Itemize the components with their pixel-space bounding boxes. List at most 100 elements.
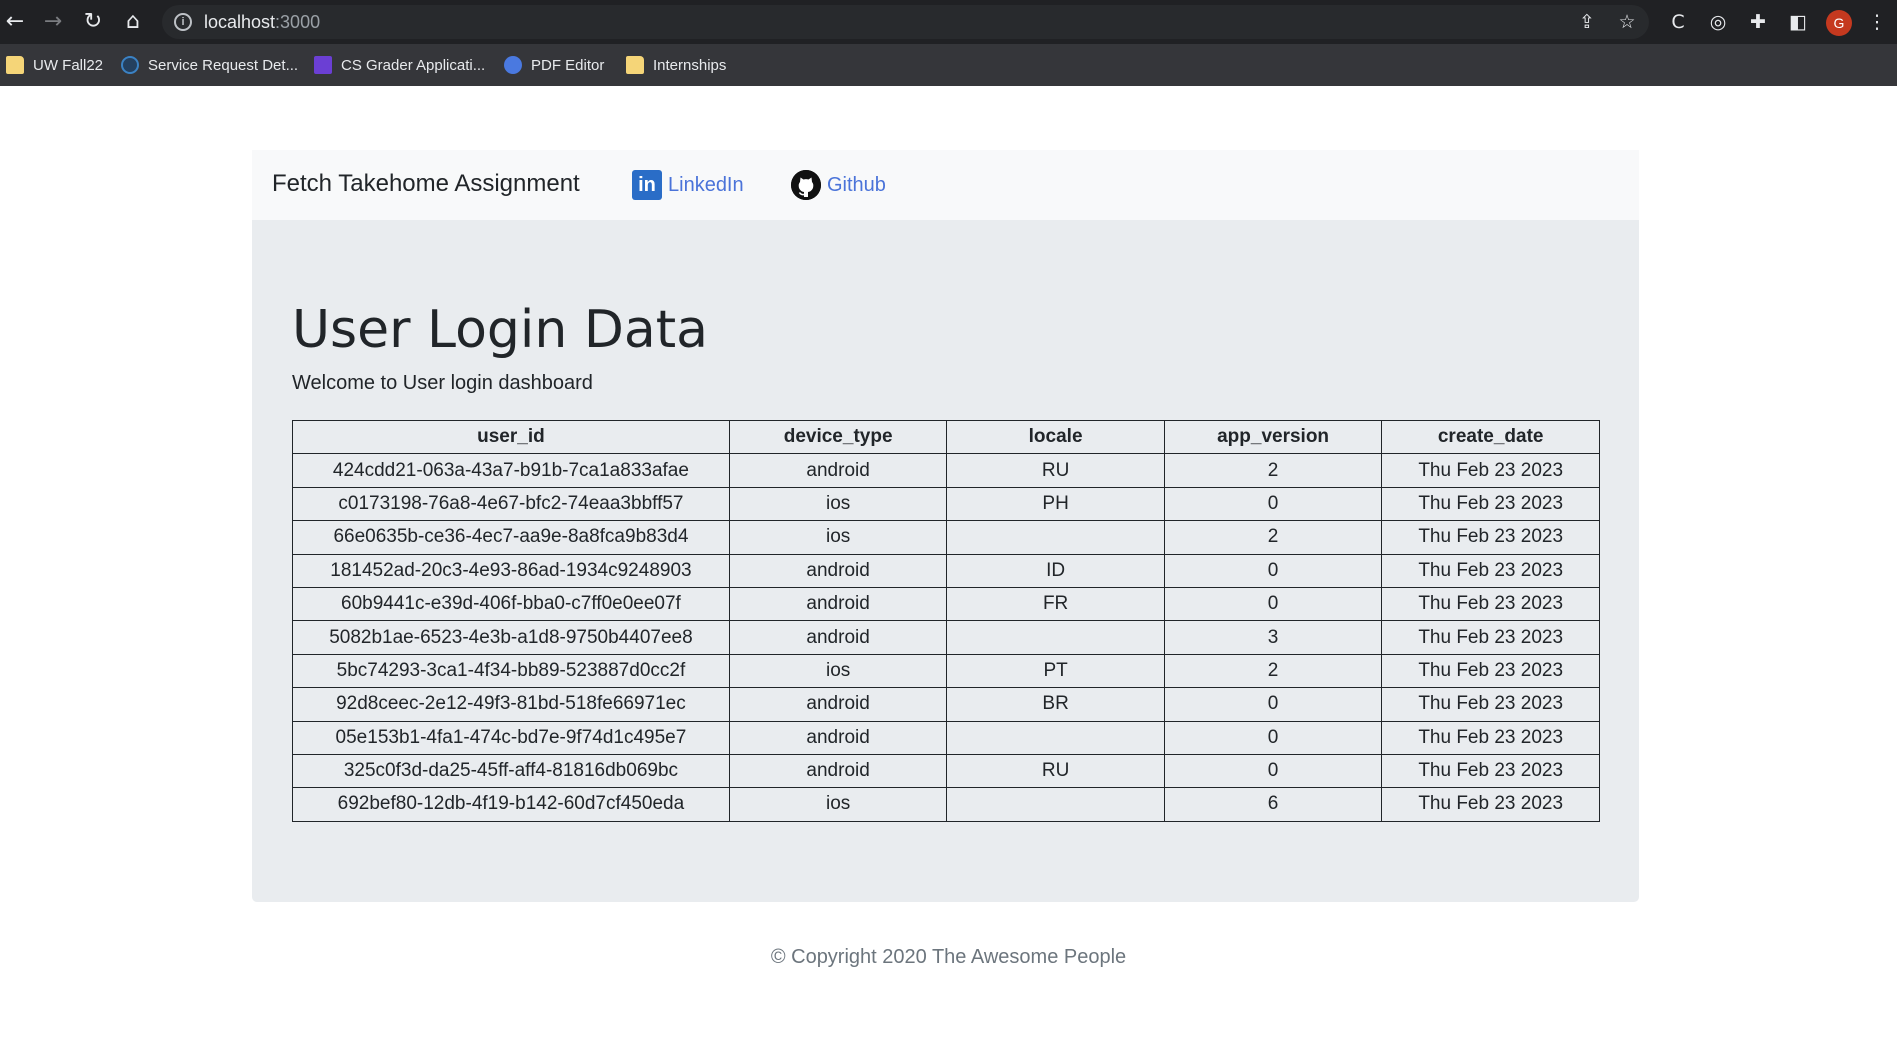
linkedin-link[interactable]: in LinkedIn — [632, 170, 744, 200]
user-login-table: user_id device_type locale app_version c… — [292, 419, 1600, 822]
table-cell: Thu Feb 23 2023 — [1381, 520, 1600, 555]
table-row: c0173198-76a8-4e67-bfc2-74eaa3bbff57 ios P… — [292, 486, 1600, 522]
table-row: 5082b1ae-6523-4e3b-a1d8-9750b4407ee8 andr… — [292, 620, 1600, 655]
table-cell: ios — [728, 520, 948, 555]
table-row: 424cdd21-063a-43a7-b91b-7ca1a833afae andr… — [292, 453, 1600, 488]
table-cell: PT — [946, 653, 1165, 689]
table-cell: BR — [946, 687, 1165, 722]
back-icon[interactable]: ← — [2, 9, 28, 35]
address-bar[interactable]: i localhost:3000 ⇪ ☆ — [162, 5, 1649, 39]
github-link[interactable]: Github — [791, 170, 886, 200]
table-cell: 0 — [1163, 753, 1383, 789]
table-cell: 0 — [1163, 486, 1383, 522]
table-cell: Thu Feb 23 2023 — [1381, 753, 1600, 789]
table-row: 325c0f3d-da25-45ff-aff4-81816db069bc andr… — [292, 753, 1600, 789]
table-cell: android — [728, 620, 948, 655]
table-cell: 3 — [1163, 620, 1383, 655]
table-cell — [946, 787, 1165, 822]
table-cell: RU — [946, 453, 1165, 488]
extension-target-icon[interactable]: ◎ — [1705, 9, 1731, 35]
table-cell: ios — [728, 653, 948, 689]
folder-icon — [626, 56, 644, 74]
extension-c-icon[interactable]: C — [1665, 9, 1691, 35]
table-cell: 0 — [1163, 586, 1383, 622]
table-cell: ID — [946, 553, 1165, 588]
table-cell: Thu Feb 23 2023 — [1381, 620, 1600, 655]
bookmarks-bar: UW Fall22 Service Request Det... CS Grad… — [0, 44, 1897, 86]
table-cell: 2 — [1163, 653, 1383, 689]
linkedin-icon: in — [632, 170, 662, 200]
table-cell: ios — [728, 787, 948, 822]
folder-icon — [6, 56, 24, 74]
profile-avatar[interactable]: G — [1826, 10, 1852, 36]
bookmark-service-request[interactable]: Service Request Det... — [121, 54, 298, 76]
page-viewport: Fetch Takehome Assignment in LinkedIn Gi… — [0, 86, 1897, 1041]
page-title: User Login Data — [292, 300, 709, 360]
table-cell: 325c0f3d-da25-45ff-aff4-81816db069bc — [292, 753, 730, 789]
table-cell — [946, 620, 1165, 655]
column-header: create_date — [1381, 419, 1600, 455]
browser-toolbar: ← → ↻ ⌂ i localhost:3000 ⇪ ☆ C ◎ ✚ ◧ G ⋮ — [0, 0, 1897, 44]
forward-icon[interactable]: → — [40, 9, 66, 35]
table-cell: FR — [946, 586, 1165, 622]
table-header-row: user_id device_type locale app_version c… — [292, 419, 1600, 455]
kebab-menu-icon[interactable]: ⋮ — [1864, 9, 1890, 35]
table-row: 66e0635b-ce36-4ec7-aa9e-8a8fca9b83d4 ios 2… — [292, 520, 1600, 555]
bookmark-cs-grader[interactable]: CS Grader Applicati... — [314, 54, 485, 76]
bookmark-star-icon[interactable]: ☆ — [1615, 10, 1639, 34]
table-row: 692bef80-12db-4f19-b142-60d7cf450eda ios 6… — [292, 787, 1600, 822]
column-header: app_version — [1163, 419, 1383, 455]
footer-copyright: © Copyright 2020 The Awesome People — [770, 946, 1127, 968]
site-navbar: Fetch Takehome Assignment in LinkedIn Gi… — [252, 150, 1639, 220]
table-cell: android — [728, 553, 948, 588]
table-cell: 60b9441c-e39d-406f-bba0-c7ff0e0ee07f — [292, 586, 730, 622]
pdf-editor-icon — [504, 56, 522, 74]
forms-icon — [314, 56, 332, 74]
table-cell: android — [728, 720, 948, 755]
table-cell: 0 — [1163, 720, 1383, 755]
table-cell — [946, 520, 1165, 555]
reload-icon[interactable]: ↻ — [80, 9, 106, 35]
column-header: user_id — [292, 419, 730, 455]
table-cell: Thu Feb 23 2023 — [1381, 653, 1600, 689]
bookmark-internships[interactable]: Internships — [626, 54, 726, 76]
table-cell: Thu Feb 23 2023 — [1381, 453, 1600, 488]
table-cell: 66e0635b-ce36-4ec7-aa9e-8a8fca9b83d4 — [292, 520, 730, 555]
table-cell: 424cdd21-063a-43a7-b91b-7ca1a833afae — [292, 453, 730, 488]
dell-icon — [121, 56, 139, 74]
table-cell: Thu Feb 23 2023 — [1381, 720, 1600, 755]
table-row: 5bc74293-3ca1-4f34-bb89-523887d0cc2f ios P… — [292, 653, 1600, 689]
table-cell: 05e153b1-4fa1-474c-bd7e-9f74d1c495e7 — [292, 720, 730, 755]
table-row: 05e153b1-4fa1-474c-bd7e-9f74d1c495e7 andr… — [292, 720, 1600, 755]
bookmark-uw-fall22[interactable]: UW Fall22 — [6, 54, 103, 76]
table-body: 424cdd21-063a-43a7-b91b-7ca1a833afae andr… — [292, 453, 1600, 822]
column-header: locale — [946, 419, 1165, 455]
share-icon[interactable]: ⇪ — [1575, 10, 1599, 34]
table-cell: 5082b1ae-6523-4e3b-a1d8-9750b4407ee8 — [292, 620, 730, 655]
table-cell: android — [728, 586, 948, 622]
dashboard-jumbotron: User Login Data Welcome to User login da… — [252, 220, 1639, 902]
table-cell: 692bef80-12db-4f19-b142-60d7cf450eda — [292, 787, 730, 822]
table-cell: Thu Feb 23 2023 — [1381, 586, 1600, 622]
table-cell: c0173198-76a8-4e67-bfc2-74eaa3bbff57 — [292, 486, 730, 522]
url-text[interactable]: localhost:3000 — [204, 12, 320, 33]
extensions-puzzle-icon[interactable]: ✚ — [1745, 9, 1771, 35]
table-cell: RU — [946, 753, 1165, 789]
navbar-brand[interactable]: Fetch Takehome Assignment — [272, 170, 580, 198]
bookmark-pdf-editor[interactable]: PDF Editor — [504, 54, 604, 76]
table-cell: android — [728, 753, 948, 789]
side-panel-icon[interactable]: ◧ — [1785, 9, 1811, 35]
table-cell: 181452ad-20c3-4e93-86ad-1934c9248903 — [292, 553, 730, 588]
table-cell: 5bc74293-3ca1-4f34-bb89-523887d0cc2f — [292, 653, 730, 689]
github-icon — [791, 170, 821, 200]
table-cell: Thu Feb 23 2023 — [1381, 687, 1600, 722]
table-cell: Thu Feb 23 2023 — [1381, 553, 1600, 588]
table-cell: 2 — [1163, 520, 1383, 555]
table-cell: 92d8ceec-2e12-49f3-81bd-518fe66971ec — [292, 687, 730, 722]
table-cell — [946, 720, 1165, 755]
column-header: device_type — [728, 419, 948, 455]
home-icon[interactable]: ⌂ — [120, 9, 146, 35]
site-info-icon[interactable]: i — [174, 13, 192, 31]
table-row: 92d8ceec-2e12-49f3-81bd-518fe66971ec andr… — [292, 687, 1600, 722]
table-cell: android — [728, 453, 948, 488]
